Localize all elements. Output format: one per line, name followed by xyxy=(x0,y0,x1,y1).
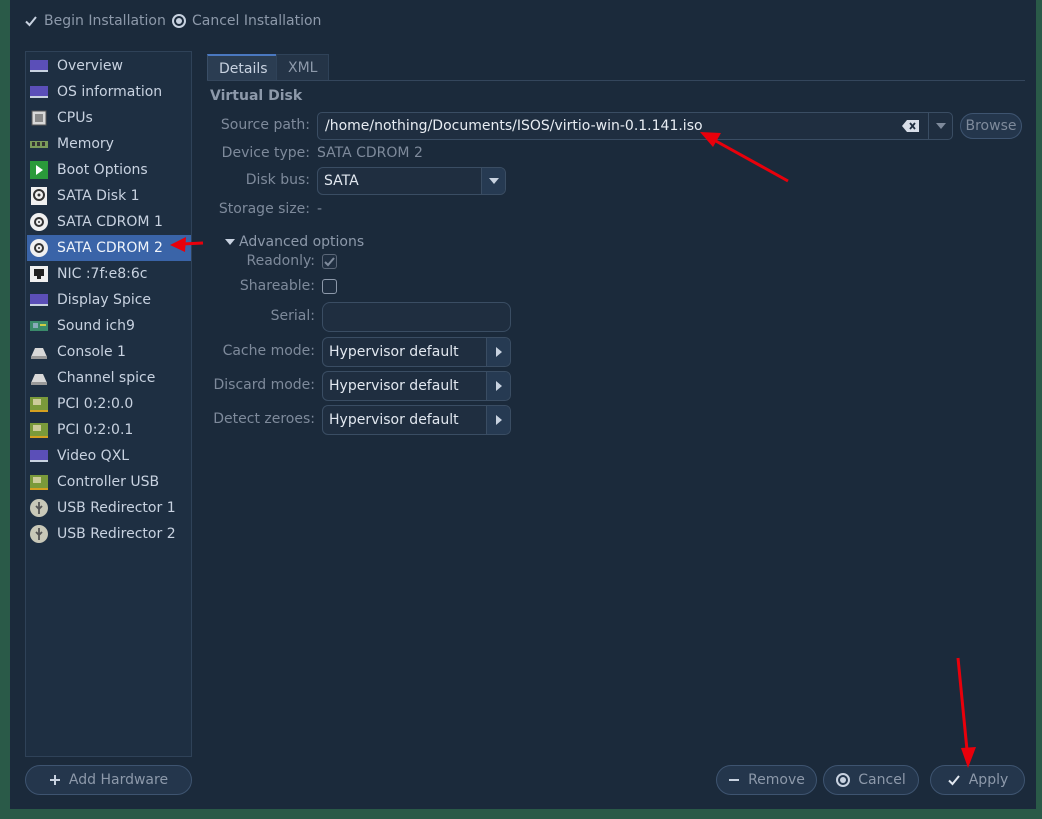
cdrom-icon xyxy=(30,213,48,231)
annotation-arrow-apply xyxy=(956,657,976,768)
add-hardware-button[interactable]: Add Hardware xyxy=(25,765,192,795)
sidebar-item-usb-redirector-2[interactable]: USB Redirector 2 xyxy=(27,521,191,547)
cdrom-icon xyxy=(30,239,48,257)
serial-input[interactable] xyxy=(322,302,511,332)
storage-size-value: - xyxy=(317,201,323,217)
sidebar-item-display-spice[interactable]: Display Spice xyxy=(27,287,191,313)
chevron-right-icon xyxy=(495,381,502,391)
storage-size-label: Storage size: xyxy=(218,201,310,217)
monitor-icon xyxy=(30,86,48,98)
sidebar-item-channel-spice[interactable]: Channel spice xyxy=(27,365,191,391)
cancel-installation-button[interactable]: Cancel Installation xyxy=(172,11,321,31)
advanced-options-expander[interactable]: Advanced options xyxy=(225,234,364,250)
readonly-label: Readonly: xyxy=(246,253,316,269)
sidebar-item-sata-disk-1[interactable]: SATA Disk 1 xyxy=(27,183,191,209)
sidebar-item-usb-redirector-1[interactable]: USB Redirector 1 xyxy=(27,495,191,521)
sidebar-item-boot-options[interactable]: Boot Options xyxy=(27,157,191,183)
serial-icon xyxy=(31,348,47,359)
pci-icon xyxy=(30,475,48,490)
sidebar-item-pci-0-2-0-1[interactable]: PCI 0:2:0.1 xyxy=(27,417,191,443)
tab-details[interactable]: Details xyxy=(207,54,280,81)
chevron-right-icon xyxy=(495,415,502,425)
sidebar-item-controller-usb[interactable]: Controller USB xyxy=(27,469,191,495)
browse-button[interactable]: Browse xyxy=(960,113,1022,139)
cancel-icon xyxy=(836,773,851,787)
apply-button[interactable]: Apply xyxy=(930,765,1025,795)
source-path-input[interactable]: /home/nothing/Documents/ISOS/virtio-win-… xyxy=(318,118,902,134)
disk-bus-label: Disk bus: xyxy=(245,172,310,188)
detect-zeroes-select[interactable]: Hypervisor default xyxy=(322,405,511,435)
plus-icon xyxy=(49,775,60,785)
section-title: Virtual Disk xyxy=(210,88,303,104)
begin-installation-label: Begin Installation xyxy=(44,13,166,29)
sidebar-item-nic[interactable]: NIC :7f:e8:6c xyxy=(27,261,191,287)
network-icon xyxy=(30,266,48,282)
serial-label: Serial: xyxy=(270,308,315,324)
detect-zeroes-label: Detect zeroes: xyxy=(213,411,315,427)
disk-icon xyxy=(31,187,47,205)
cache-mode-select[interactable]: Hypervisor default xyxy=(322,337,511,367)
begin-installation-button[interactable]: Begin Installation xyxy=(24,11,166,31)
sidebar-item-cpus[interactable]: CPUs xyxy=(27,105,191,131)
sidebar-item-pci-0-2-0-0[interactable]: PCI 0:2:0.0 xyxy=(27,391,191,417)
discard-mode-label: Discard mode: xyxy=(213,377,315,393)
vm-details-window: Begin Installation Cancel Installation O… xyxy=(10,0,1036,809)
tab-divider xyxy=(207,80,1025,81)
detect-zeroes-expand[interactable] xyxy=(486,406,510,434)
chevron-right-icon xyxy=(495,347,502,357)
discard-mode-expand[interactable] xyxy=(486,372,510,400)
shareable-checkbox[interactable] xyxy=(322,279,337,294)
device-type-value: SATA CDROM 2 xyxy=(317,145,423,161)
usb-icon xyxy=(30,525,48,543)
chevron-down-icon xyxy=(935,123,946,129)
clear-text-icon[interactable] xyxy=(902,119,920,133)
source-path-dropdown[interactable] xyxy=(928,113,952,139)
usb-icon xyxy=(30,499,48,517)
readonly-checkbox[interactable] xyxy=(322,254,337,269)
checkmark-icon xyxy=(948,775,960,786)
checkmark-icon xyxy=(25,16,37,27)
shareable-label: Shareable: xyxy=(239,278,315,294)
expander-arrow-icon xyxy=(225,239,235,245)
cancel-installation-label: Cancel Installation xyxy=(192,13,322,29)
cache-mode-expand[interactable] xyxy=(486,338,510,366)
serial-icon xyxy=(31,374,47,385)
sidebar-item-video-qxl[interactable]: Video QXL xyxy=(27,443,191,469)
sidebar-item-overview[interactable]: Overview xyxy=(27,53,191,79)
checkmark-icon xyxy=(324,257,335,267)
pci-icon xyxy=(30,397,48,412)
sidebar-item-sound[interactable]: Sound ich9 xyxy=(27,313,191,339)
minus-icon xyxy=(729,779,740,781)
sound-card-icon xyxy=(30,321,48,331)
chevron-down-icon xyxy=(488,178,499,184)
remove-button[interactable]: Remove xyxy=(716,765,817,795)
sidebar-item-memory[interactable]: Memory xyxy=(27,131,191,157)
disk-bus-dropdown[interactable] xyxy=(481,168,505,194)
device-type-label: Device type: xyxy=(221,145,310,161)
tab-xml[interactable]: XML xyxy=(276,54,330,81)
cache-mode-label: Cache mode: xyxy=(222,343,315,359)
cancel-radio-icon xyxy=(172,14,186,28)
hardware-list: Overview OS information CPUs Memory Boot… xyxy=(25,51,192,757)
cancel-button[interactable]: Cancel xyxy=(823,765,919,795)
display-icon xyxy=(30,450,48,462)
sidebar-item-sata-cdrom-1[interactable]: SATA CDROM 1 xyxy=(27,209,191,235)
sidebar-item-sata-cdrom-2[interactable]: SATA CDROM 2 xyxy=(27,235,191,261)
sidebar-item-console-1[interactable]: Console 1 xyxy=(27,339,191,365)
memory-icon xyxy=(30,141,48,148)
sidebar-item-os-information[interactable]: OS information xyxy=(27,79,191,105)
discard-mode-select[interactable]: Hypervisor default xyxy=(322,371,511,401)
display-icon xyxy=(30,294,48,306)
disk-bus-select[interactable]: SATA xyxy=(317,167,506,195)
source-path-label: Source path: xyxy=(220,117,310,133)
pci-icon xyxy=(30,423,48,438)
cpu-icon xyxy=(31,110,47,126)
source-path-combo[interactable]: /home/nothing/Documents/ISOS/virtio-win-… xyxy=(317,112,953,140)
monitor-icon xyxy=(30,60,48,72)
boot-icon xyxy=(30,161,48,179)
